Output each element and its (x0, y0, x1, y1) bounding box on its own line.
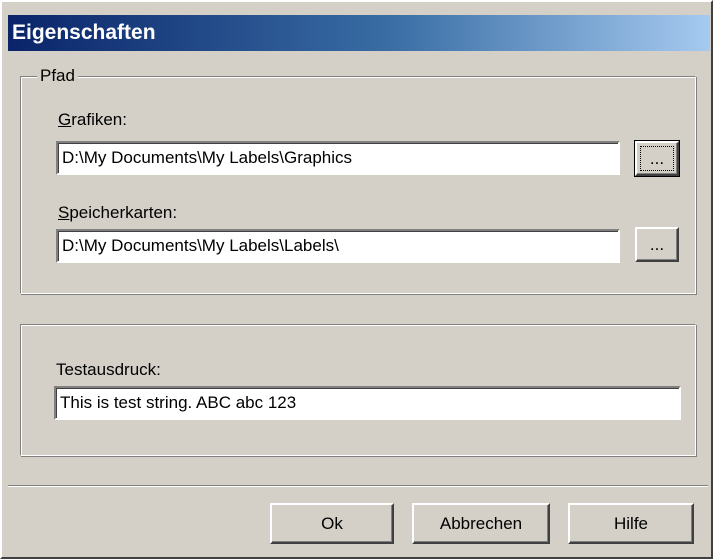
graphics-label: Grafiken: (58, 109, 127, 131)
help-button-label: Hilfe (613, 513, 648, 533)
graphics-path-field[interactable]: D:\My Documents\My Labels\Graphics (56, 141, 620, 175)
graphics-browse-button[interactable]: ... (634, 140, 680, 177)
properties-dialog: Eigenschaften Pfad Grafiken: D:\My Docum… (0, 0, 713, 559)
cancel-button-label: Abbrechen (439, 513, 523, 533)
path-groupbox: Pfad Grafiken: D:\My Documents\My Labels… (20, 65, 696, 294)
test-print-value: This is test string. ABC abc 123 (60, 393, 297, 412)
labels-label-accel: S (58, 203, 70, 222)
graphics-label-accel: G (58, 110, 72, 129)
labels-path-value: D:\My Documents\My Labels\Labels\ (62, 236, 339, 255)
title-bar[interactable]: Eigenschaften (8, 15, 710, 51)
test-print-label: Testausdruck: (56, 360, 161, 379)
labels-browse-button[interactable]: ... (635, 227, 679, 262)
graphics-label-text: rafiken: (71, 110, 127, 129)
help-button[interactable]: Hilfe (568, 503, 694, 544)
graphics-path-value: D:\My Documents\My Labels\Graphics (62, 148, 353, 167)
cancel-button[interactable]: Abbrechen (412, 503, 550, 544)
window-title: Eigenschaften (12, 21, 156, 44)
labels-browse-label: ... (649, 234, 665, 254)
footer-separator (8, 485, 708, 487)
labels-label-text: peicherkarten: (69, 203, 178, 222)
labels-label: Speicherkarten: (58, 202, 177, 224)
path-group-legend: Pfad (37, 65, 78, 87)
test-print-groupbox: Testausdruck: This is test string. ABC a… (20, 324, 696, 456)
labels-path-field[interactable]: D:\My Documents\My Labels\Labels\ (56, 229, 620, 263)
ok-button[interactable]: Ok (270, 503, 394, 544)
ok-button-label: Ok (321, 513, 343, 533)
test-print-field[interactable]: This is test string. ABC abc 123 (54, 386, 681, 420)
focus-ring (640, 146, 674, 171)
